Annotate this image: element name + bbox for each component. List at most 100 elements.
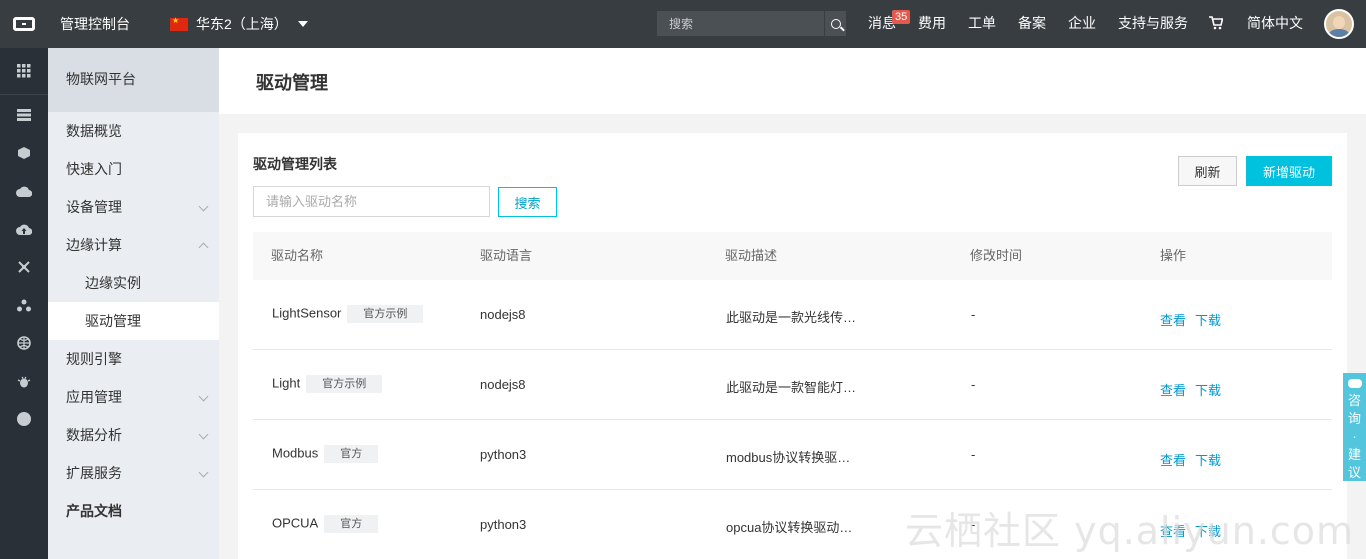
- cart-icon[interactable]: [1209, 16, 1223, 30]
- driver-name-cell: LightSensor 官方示例: [272, 305, 424, 323]
- driver-description: opcua协议转换驱动…: [726, 520, 853, 535]
- cloud-icon[interactable]: [0, 172, 48, 210]
- cube-icon[interactable]: [0, 134, 48, 172]
- product-icon-rail: [0, 48, 48, 559]
- driver-name: Modbus: [272, 445, 319, 461]
- nav-enterprise[interactable]: 企业: [1068, 0, 1096, 48]
- cloud-upload-icon[interactable]: [0, 210, 48, 248]
- table-row: LightSensor 官方示例 nodejs8 此驱动是一款光线传… - 查看 …: [253, 280, 1332, 350]
- download-link[interactable]: 下载: [1195, 380, 1221, 399]
- driver-description: 此驱动是一款智能灯…: [726, 380, 857, 395]
- sidebar-item-label: 设备管理: [66, 199, 122, 215]
- rail-divider: [0, 94, 48, 95]
- sidebar-item-analytics[interactable]: 数据分析: [48, 416, 219, 454]
- driver-language: python3: [480, 517, 527, 532]
- download-link[interactable]: 下载: [1195, 450, 1221, 469]
- circle-icon[interactable]: [0, 400, 48, 438]
- consult-label: 咨询: [1348, 393, 1362, 426]
- sidebar-item-extensions[interactable]: 扩展服务: [48, 454, 219, 492]
- driver-name: LightSensor: [272, 305, 342, 321]
- column-header-language: 驱动语言: [480, 248, 533, 263]
- driver-name-cell: Modbus 官方: [272, 445, 379, 463]
- view-link[interactable]: 查看: [1160, 380, 1186, 399]
- search-icon: [830, 18, 841, 29]
- nav-messages[interactable]: 消息 35: [868, 0, 911, 48]
- sidebar-item-label: 边缘计算: [66, 237, 122, 253]
- driver-language: python3: [480, 447, 527, 462]
- sidebar-item-label: 数据分析: [66, 427, 122, 443]
- grid-icon[interactable]: [0, 52, 48, 90]
- region-selector[interactable]: 华东2（上海）: [170, 14, 308, 34]
- messages-badge: 35: [892, 10, 911, 24]
- global-search-input[interactable]: [657, 11, 824, 36]
- view-link[interactable]: 查看: [1160, 450, 1186, 469]
- list-title: 驱动管理列表: [253, 156, 337, 172]
- chevron-down-icon: [198, 429, 209, 440]
- chat-icon: [1347, 379, 1362, 388]
- table-header: 驱动名称 驱动语言 驱动描述 修改时间 操作: [253, 232, 1332, 280]
- driver-language: nodejs8: [480, 377, 526, 392]
- separator-dot: ·: [1352, 429, 1357, 444]
- sidebar-item-devices[interactable]: 设备管理: [48, 188, 219, 226]
- official-tag: 官方示例: [306, 375, 383, 393]
- sidebar: 物联网平台 数据概览 快速入门 设备管理 边缘计算 边缘实例 驱动管理 规则引擎…: [48, 48, 219, 559]
- chevron-down-icon: [198, 391, 209, 402]
- top-bar: 管理控制台 华东2（上海） 消息 35 费用 工单 备案 企业 支持与服务 简体…: [0, 0, 1366, 48]
- console-title[interactable]: 管理控制台: [60, 14, 130, 34]
- view-link[interactable]: 查看: [1160, 310, 1186, 329]
- sidebar-item-quickstart[interactable]: 快速入门: [48, 150, 219, 188]
- table-row: Modbus 官方 python3 modbus协议转换驱… - 查看 下载: [253, 420, 1332, 490]
- suggest-label: 建议: [1348, 447, 1362, 480]
- cluster-icon[interactable]: [0, 286, 48, 324]
- global-search: [657, 11, 846, 36]
- network-icon[interactable]: [0, 248, 48, 286]
- nav-icp[interactable]: 备案: [1018, 0, 1046, 48]
- table-row: Light 官方示例 nodejs8 此驱动是一款智能灯… - 查看 下载: [253, 350, 1332, 420]
- sidebar-item-apps[interactable]: 应用管理: [48, 378, 219, 416]
- sidebar-item-edge[interactable]: 边缘计算: [48, 226, 219, 264]
- driver-name-cell: OPCUA 官方: [272, 515, 379, 533]
- sidebar-item-overview[interactable]: 数据概览: [48, 112, 219, 150]
- chevron-up-icon: [198, 242, 209, 253]
- search-button[interactable]: [824, 11, 846, 36]
- sidebar-item-drivers[interactable]: 驱动管理: [48, 302, 219, 340]
- chevron-down-icon: [198, 201, 209, 212]
- aliyun-logo-icon[interactable]: [0, 0, 48, 48]
- nav-tickets[interactable]: 工单: [968, 0, 996, 48]
- driver-modified: -: [971, 447, 976, 462]
- refresh-button[interactable]: 刷新: [1178, 156, 1237, 186]
- add-driver-button[interactable]: 新增驱动: [1246, 156, 1332, 186]
- nav-billing[interactable]: 费用: [918, 0, 946, 48]
- driver-modified: -: [971, 307, 976, 322]
- nav-support[interactable]: 支持与服务: [1118, 0, 1188, 48]
- official-tag: 官方示例: [347, 305, 424, 323]
- column-header-modified: 修改时间: [970, 248, 1023, 263]
- search-driver-button[interactable]: 搜索: [498, 187, 557, 217]
- user-avatar[interactable]: [1324, 9, 1354, 39]
- sidebar-item-edge-instances[interactable]: 边缘实例: [48, 264, 219, 302]
- driver-description: 此驱动是一款光线传…: [726, 310, 857, 325]
- page-title: 驱动管理: [256, 73, 328, 93]
- sidebar-header: 物联网平台: [48, 48, 219, 112]
- globe-icon[interactable]: [0, 324, 48, 362]
- chevron-down-icon: [198, 467, 209, 478]
- column-header-actions: 操作: [1160, 248, 1187, 263]
- column-header-description: 驱动描述: [725, 248, 778, 263]
- watermark: 云栖社区 yq.aliyun.com: [905, 509, 1355, 553]
- nav-language[interactable]: 简体中文: [1247, 0, 1303, 48]
- sidebar-item-rules[interactable]: 规则引擎: [48, 340, 219, 378]
- driver-list-card: 驱动管理列表 搜索 刷新 新增驱动 驱动名称 驱动语言 驱动描述 修改时间 操作…: [238, 133, 1347, 559]
- sidebar-item-docs[interactable]: 产品文档: [48, 492, 219, 530]
- official-tag: 官方: [324, 515, 379, 533]
- official-tag: 官方: [324, 445, 379, 463]
- page-header: 驱动管理: [219, 48, 1366, 114]
- download-link[interactable]: 下载: [1195, 310, 1221, 329]
- bug-icon[interactable]: [0, 362, 48, 400]
- caret-down-icon: [297, 21, 308, 27]
- consult-suggest-widget[interactable]: 咨询 · 建议: [1343, 373, 1366, 481]
- driver-name-cell: Light 官方示例: [272, 375, 383, 393]
- driver-name-input[interactable]: [253, 186, 490, 217]
- driver-modified: -: [971, 377, 976, 392]
- region-label: 华东2（上海）: [196, 16, 288, 32]
- database-icon[interactable]: [0, 96, 48, 134]
